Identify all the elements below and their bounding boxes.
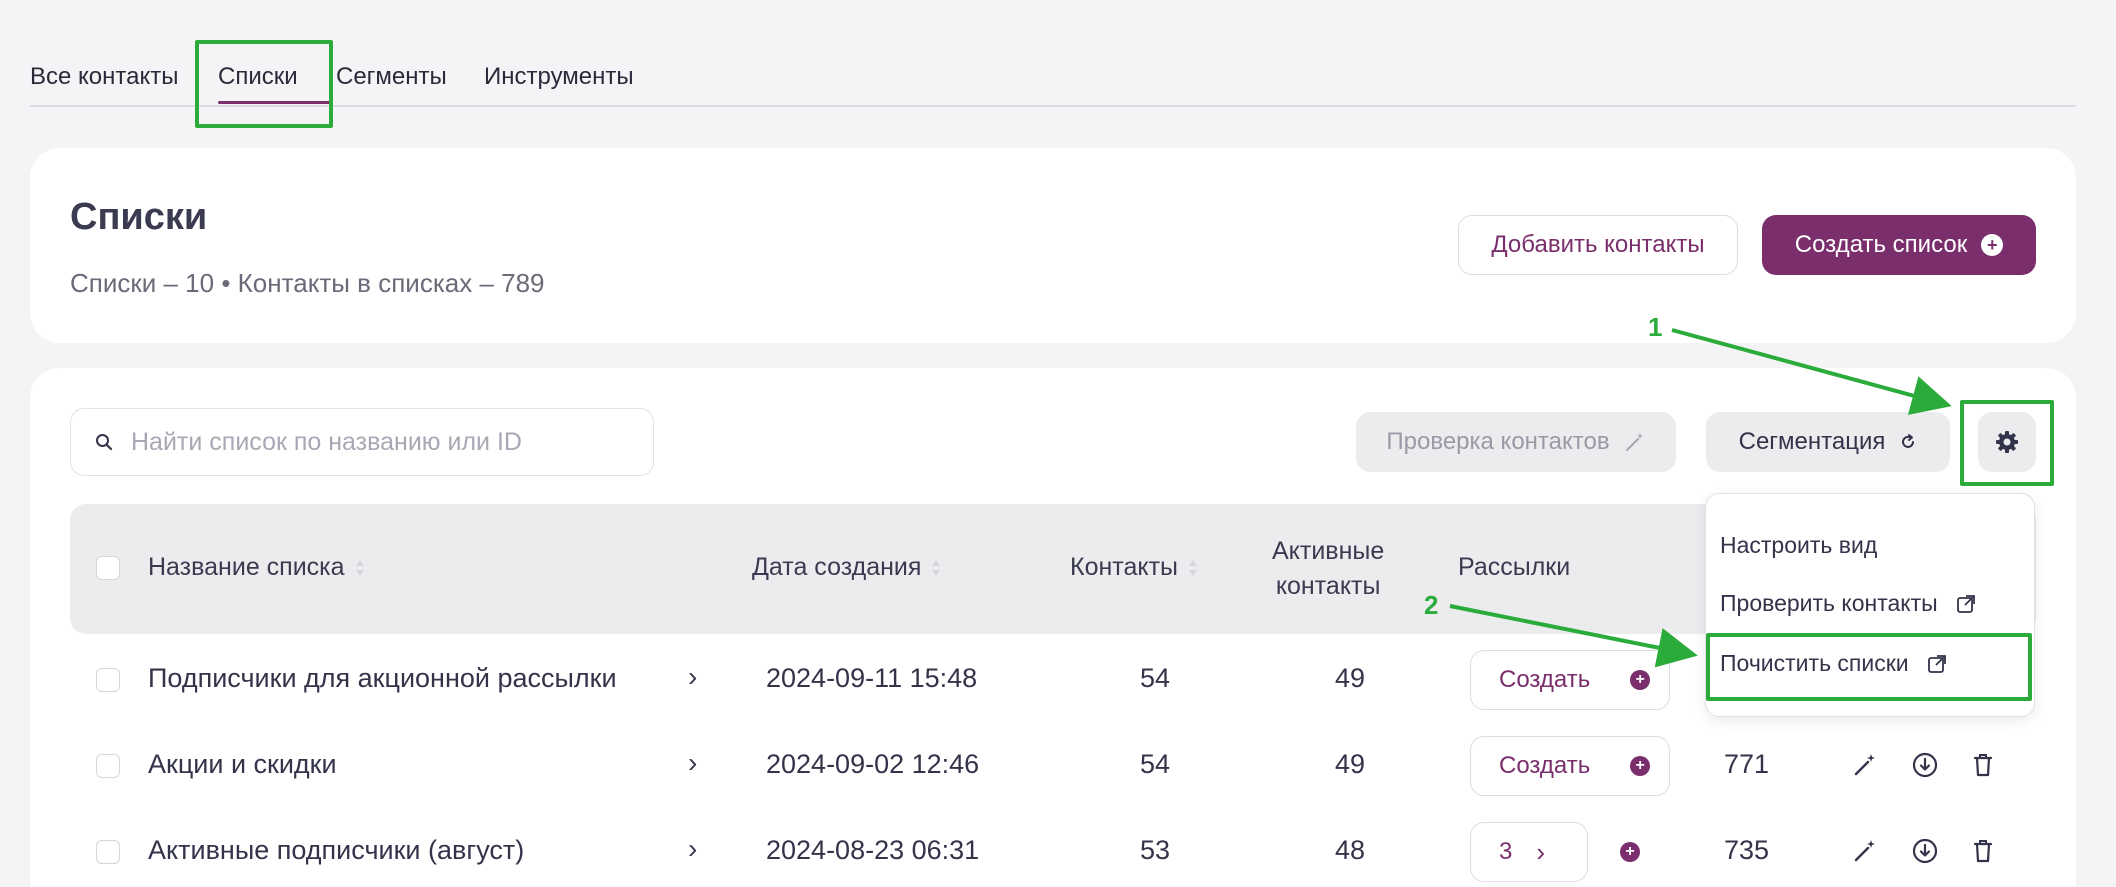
annotation-arrow [1671, 328, 1952, 415]
annotation-arrows [1449, 328, 1952, 668]
annotation-arrow [1449, 604, 1698, 668]
